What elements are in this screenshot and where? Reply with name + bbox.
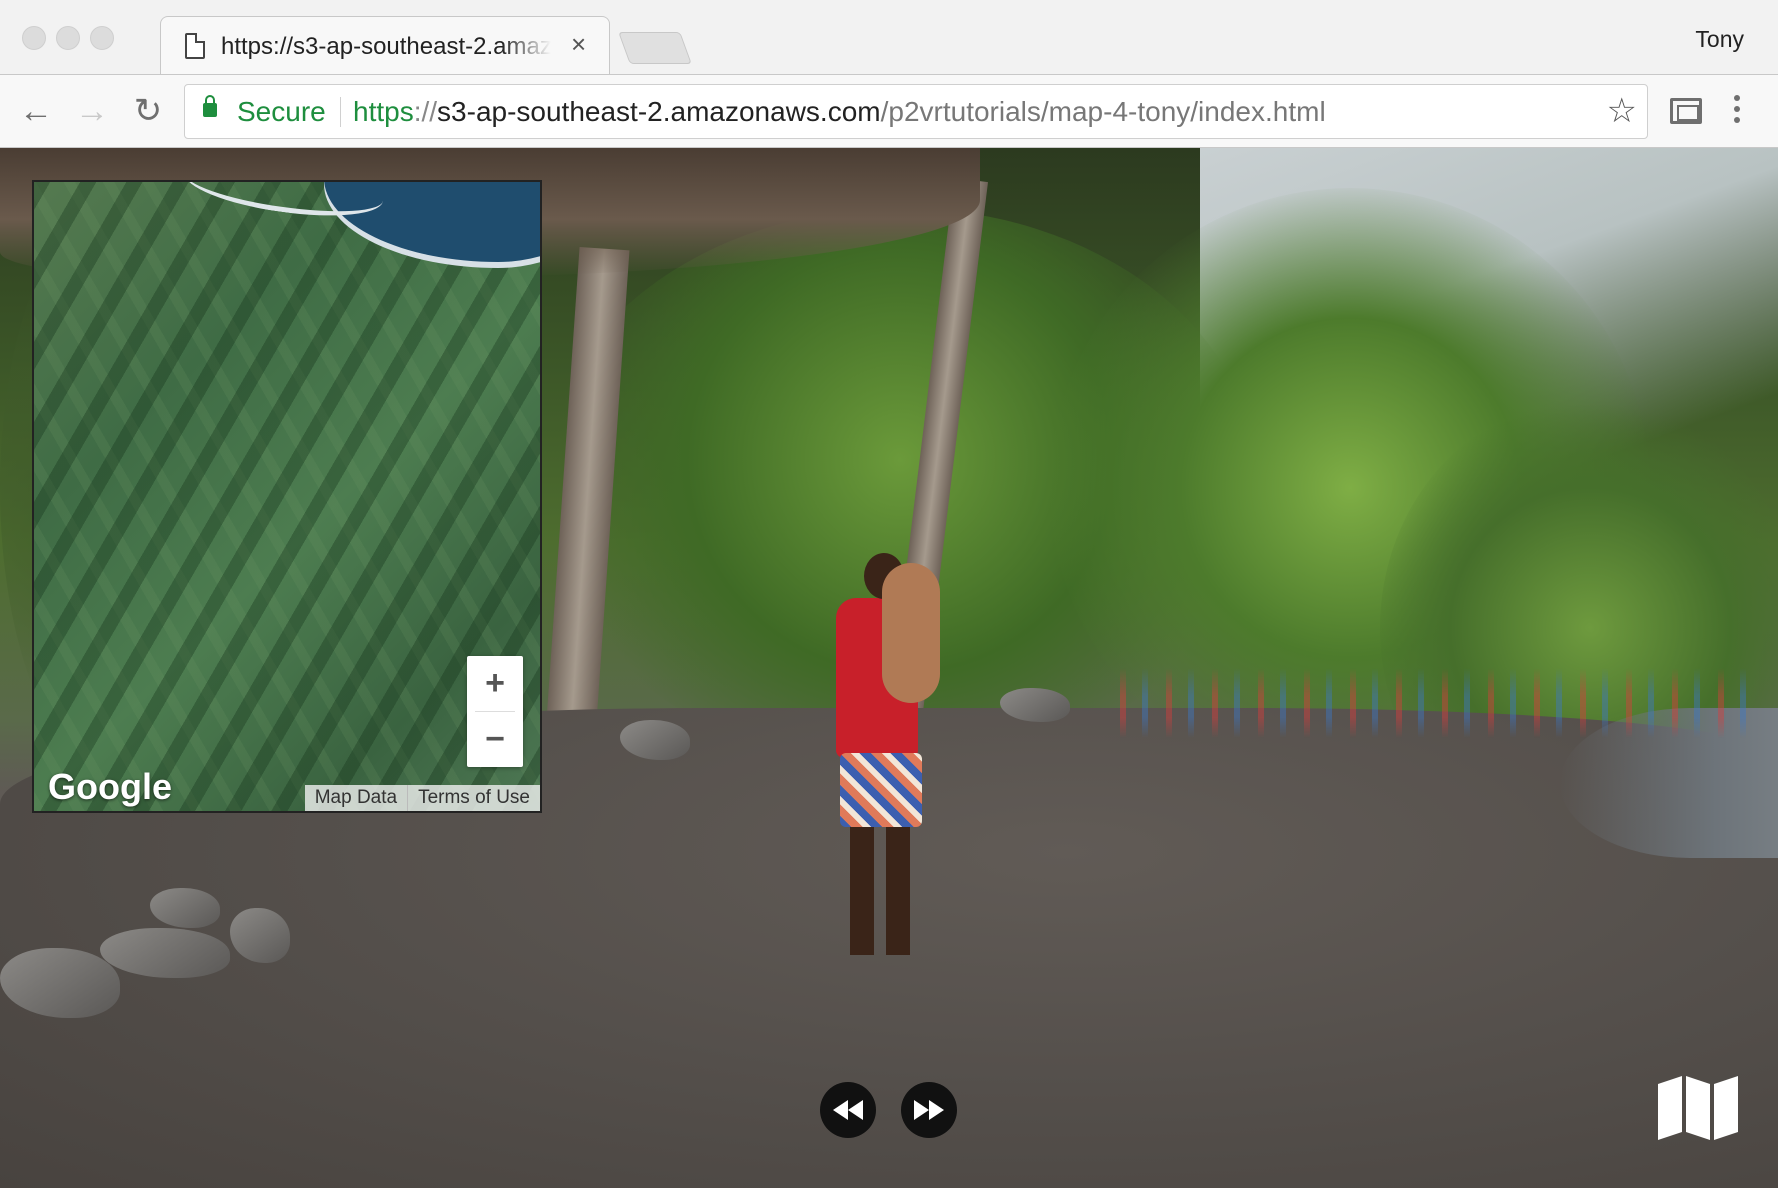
url-host: s3-ap-southeast-2.amazonaws.com <box>437 96 881 127</box>
back-button[interactable]: ← <box>14 89 58 133</box>
url-separator: :// <box>413 96 438 127</box>
tab-title: https://s3-ap-southeast-2.amazonaws.com/… <box>221 33 551 60</box>
lock-icon[interactable] <box>203 95 217 117</box>
rewind-icon <box>833 1100 863 1120</box>
crowd-of-people <box>1120 668 1760 738</box>
profile-name[interactable]: Tony <box>1695 26 1744 53</box>
bookmark-star-icon[interactable]: ☆ <box>1607 91 1637 131</box>
omnibox-divider <box>340 97 341 127</box>
url-text[interactable]: https://s3-ap-southeast-2.amazonaws.com/… <box>353 96 1326 128</box>
next-scene-button[interactable] <box>901 1082 957 1138</box>
kebab-menu-icon[interactable] <box>1734 95 1740 129</box>
window-zoom-button[interactable] <box>90 26 114 50</box>
active-tab[interactable]: https://s3-ap-southeast-2.amazonaws.com/… <box>160 16 610 76</box>
previous-scene-button[interactable] <box>820 1082 876 1138</box>
map-fold-icon[interactable] <box>1656 1074 1740 1144</box>
window-close-button[interactable] <box>22 26 46 50</box>
url-path: /p2vrtutorials/map-4-tony/index.html <box>880 96 1326 127</box>
child-holding-baby <box>826 553 946 1073</box>
zoom-out-button[interactable]: − <box>467 712 523 767</box>
zoom-in-button[interactable]: + <box>467 656 523 711</box>
google-logo[interactable]: Google <box>48 766 172 808</box>
tab-strip: https://s3-ap-southeast-2.amazonaws.com/… <box>0 0 1778 76</box>
map-data-link[interactable]: Map Data <box>305 785 407 811</box>
url-scheme: https <box>353 96 414 127</box>
map-terrain <box>34 182 540 811</box>
terms-of-use-link[interactable]: Terms of Use <box>407 785 540 811</box>
browser-toolbar: ← → ↻ Secure https://s3-ap-southeast-2.a… <box>0 74 1778 148</box>
new-tab-button[interactable] <box>618 32 692 64</box>
satellite-map[interactable]: + − Google Map Data Terms of Use <box>32 180 542 813</box>
secure-label[interactable]: Secure <box>237 96 326 128</box>
cast-icon[interactable] <box>1670 98 1702 124</box>
fast-forward-icon <box>914 1100 944 1120</box>
map-zoom-control: + − <box>467 656 523 767</box>
reload-button[interactable]: ↻ <box>126 89 170 133</box>
forward-button[interactable]: → <box>70 89 114 133</box>
address-bar[interactable]: Secure https://s3-ap-southeast-2.amazona… <box>184 84 1648 139</box>
tab-close-icon[interactable]: × <box>571 31 586 57</box>
page-icon <box>185 33 205 59</box>
window-minimize-button[interactable] <box>56 26 80 50</box>
map-attribution: Map Data Terms of Use <box>304 785 540 811</box>
